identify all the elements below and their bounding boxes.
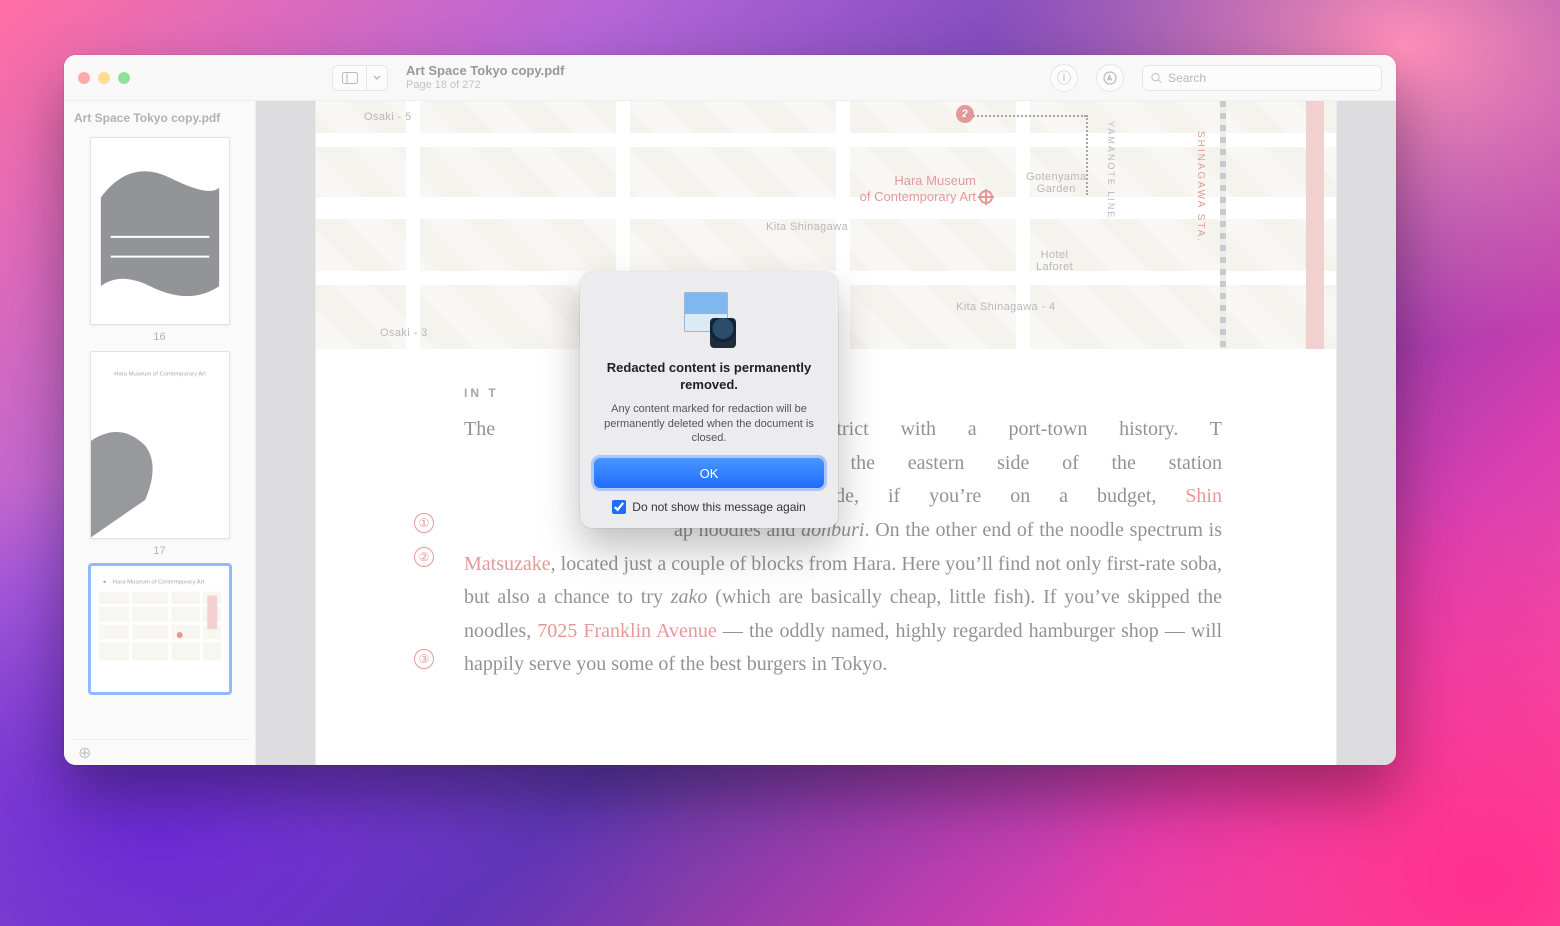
svg-text:Hara Museum of Contemporary Ar: Hara Museum of Contemporary Art	[114, 372, 206, 378]
map-label: Gotenyama Garden	[1026, 171, 1086, 195]
search-field[interactable]	[1142, 65, 1382, 91]
thumbnail-page-18[interactable]: ● Hara Museum of Contemporary Art	[70, 559, 249, 695]
document-title-block: Art Space Tokyo copy.pdf Page 18 of 272	[406, 64, 564, 92]
ok-button[interactable]: OK	[594, 458, 824, 488]
link-matsuzake: Matsuzake	[464, 553, 551, 575]
search-input[interactable]	[1168, 71, 1373, 85]
preview-app-icon	[680, 290, 738, 348]
thumbnail-page-number: 16	[80, 331, 239, 343]
map-target-icon	[978, 189, 994, 205]
search-icon	[1151, 72, 1162, 84]
chevron-down-icon	[373, 75, 381, 81]
link-shin: Shin	[1185, 485, 1222, 507]
ref-marker-1: ①	[414, 513, 434, 533]
thumbnail-page-16[interactable]: 16	[70, 131, 249, 345]
map-label: Kita Shinagawa	[766, 221, 848, 233]
info-icon: ⓘ	[1057, 68, 1071, 88]
info-button[interactable]: ⓘ	[1050, 64, 1078, 92]
ref-marker-3: ③	[414, 649, 434, 669]
thumbnail-page-number: 17	[80, 545, 239, 557]
svg-text:Hara Museum of Contemporary Ar: Hara Museum of Contemporary Art	[112, 580, 204, 586]
document-title: Art Space Tokyo copy.pdf	[406, 64, 564, 79]
close-window-button[interactable]	[78, 72, 90, 84]
map-label: Osaki - 5	[364, 111, 412, 123]
zoom-window-button[interactable]	[118, 72, 130, 84]
dialog-body: Any content marked for redaction will be…	[594, 402, 824, 459]
minimize-window-button[interactable]	[98, 72, 110, 84]
svg-text:●: ●	[102, 580, 106, 586]
map-label: Osaki - 3	[380, 327, 428, 339]
map-label: Kita Shinagawa - 4	[956, 301, 1056, 313]
page-indicator: Page 18 of 272	[406, 79, 564, 92]
link-franklin: 7025 Franklin Avenue	[537, 620, 717, 642]
dont-show-again[interactable]: Do not show this message again	[594, 500, 824, 514]
thumbnail-sidebar: Art Space Tokyo copy.pdf 16 Hara Museum …	[64, 101, 256, 765]
map-label: Hotel Laforet	[1036, 249, 1073, 273]
redaction-alert-dialog: Redacted content is permanently removed.…	[580, 272, 838, 528]
markup-button[interactable]	[1096, 64, 1124, 92]
map-label: SHINAGAWA STA.	[1195, 131, 1206, 243]
thumbnail-page-17[interactable]: Hara Museum of Contemporary Art 17	[70, 345, 249, 559]
map-marker-2: 2	[956, 105, 974, 123]
map-label: YAMANOTE LINE	[1106, 121, 1116, 219]
add-page-button[interactable]: ⊕	[78, 743, 91, 763]
sidebar-view-toggle[interactable]	[332, 65, 388, 91]
sidebar-toggle-menu[interactable]	[366, 65, 388, 91]
titlebar: Art Space Tokyo copy.pdf Page 18 of 272 …	[64, 55, 1396, 101]
sidebar-footer: ⊕	[70, 739, 249, 765]
markup-icon	[1103, 71, 1117, 85]
window-controls	[78, 72, 130, 84]
ref-marker-2: ②	[414, 547, 434, 567]
section-kicker: IN T	[464, 383, 1222, 403]
dont-show-again-checkbox[interactable]	[612, 500, 626, 514]
map-poi-hara: Hara Museum of Contemporary Art	[796, 173, 976, 204]
sidebar-title: Art Space Tokyo copy.pdf	[70, 107, 249, 131]
sidebar-toggle-button[interactable]	[332, 65, 366, 91]
dont-show-again-label: Do not show this message again	[632, 500, 805, 514]
dialog-title: Redacted content is permanently removed.	[594, 360, 824, 394]
article-paragraph: ① ② ③ The ess district with a port-town …	[464, 413, 1222, 682]
